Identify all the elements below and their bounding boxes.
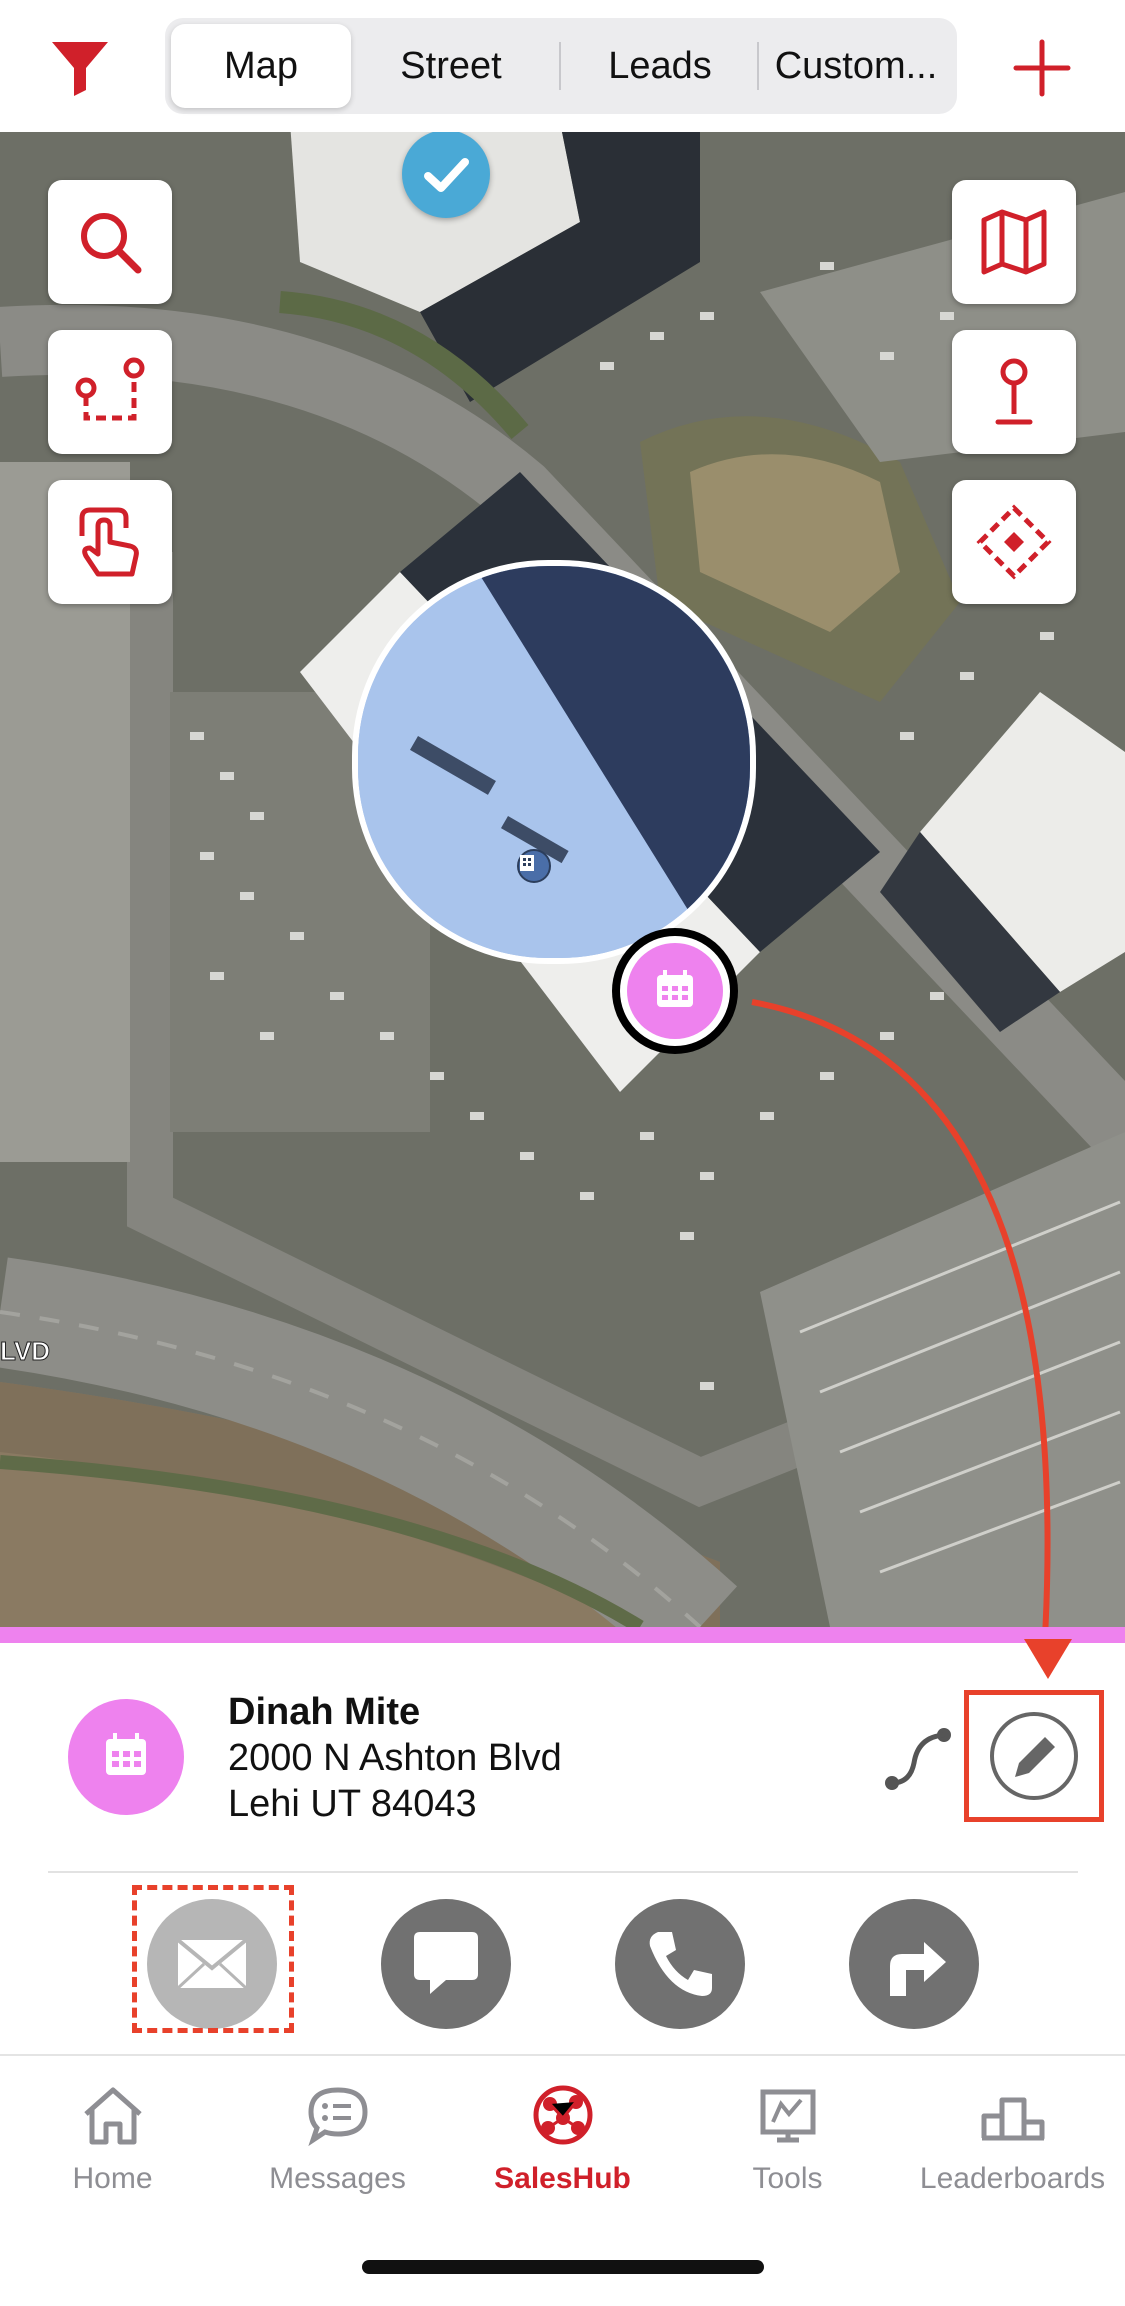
home-icon <box>83 2087 142 2145</box>
search-button[interactable] <box>48 180 172 304</box>
edit-button[interactable] <box>964 1690 1104 1822</box>
card-divider <box>48 1871 1078 1873</box>
view-segmented-control: Map Street Leads Custom... <box>165 18 957 114</box>
calendar-icon <box>106 1733 146 1775</box>
chat-icon <box>307 2087 368 2147</box>
tab-leads[interactable]: Leads <box>565 24 755 108</box>
route-icon[interactable] <box>882 1723 954 1795</box>
building-icon <box>520 855 534 871</box>
pencil-icon <box>990 1712 1078 1800</box>
tools-icon <box>760 2089 815 2143</box>
checkmark-icon[interactable] <box>402 132 490 218</box>
email-highlight-box <box>132 1885 294 2033</box>
lead-status-icon <box>68 1699 184 1815</box>
segment-divider <box>757 42 759 90</box>
phone-button[interactable] <box>615 1899 745 2029</box>
search-icon <box>81 213 142 274</box>
top-bar: Map Street Leads Custom... <box>0 0 1125 132</box>
tab-map[interactable]: Map <box>171 24 351 108</box>
status-color-bar <box>0 1627 1125 1643</box>
tab-label: SalesHub <box>494 2162 631 2195</box>
touch-icon <box>79 507 139 577</box>
tab-street[interactable]: Street <box>355 24 547 108</box>
tab-label: Leaderboards <box>919 2162 1106 2195</box>
street-label: LVD <box>0 1336 50 1366</box>
message-button[interactable] <box>381 1899 511 2029</box>
area-select-button[interactable] <box>952 480 1076 604</box>
leaderboard-icon <box>981 2097 1044 2141</box>
map-icon <box>981 209 1047 275</box>
annotation-arrowhead <box>1024 1639 1072 1679</box>
filter-icon[interactable] <box>48 36 112 100</box>
message-icon <box>414 1932 478 1994</box>
tab-tools[interactable]: Tools <box>675 2082 900 2196</box>
plus-icon[interactable] <box>1010 36 1074 100</box>
tab-messages[interactable]: Messages <box>225 2082 450 2196</box>
lead-address-line1: 2000 N Ashton Blvd <box>228 1737 562 1779</box>
area-select-icon <box>976 504 1052 580</box>
lead-marker[interactable] <box>612 928 738 1054</box>
tab-custom[interactable]: Custom... <box>761 24 951 108</box>
lead-name: Dinah Mite <box>228 1691 421 1733</box>
tab-label: Messages <box>269 2162 406 2195</box>
route-button[interactable] <box>48 330 172 454</box>
home-indicator <box>362 2260 764 2274</box>
directions-icon <box>890 1942 946 1996</box>
tab-label: Tools <box>752 2162 823 2195</box>
phone-icon <box>649 1932 712 1996</box>
saleshub-icon <box>533 2085 592 2145</box>
lead-address-line2: Lehi UT 84043 <box>228 1783 477 1825</box>
tab-home[interactable]: Home <box>0 2082 225 2196</box>
tab-saleshub[interactable]: SalesHub <box>450 2082 675 2196</box>
tab-label: Home <box>72 2162 153 2195</box>
magnifier-lens <box>352 560 756 964</box>
map-layers-button[interactable] <box>952 180 1076 304</box>
lead-card[interactable]: Dinah Mite 2000 N Ashton Blvd Lehi UT 84… <box>0 1639 1125 2054</box>
pin-icon <box>995 358 1033 425</box>
calendar-icon <box>657 970 693 1007</box>
drop-pin-button[interactable] <box>952 330 1076 454</box>
directions-button[interactable] <box>849 1899 979 2029</box>
segment-divider <box>559 42 561 90</box>
touch-select-button[interactable] <box>48 480 172 604</box>
tab-leaderboards[interactable]: Leaderboards <box>900 2082 1125 2196</box>
route-icon <box>75 357 145 421</box>
satellite-map[interactable]: LVD <box>0 132 1125 1627</box>
